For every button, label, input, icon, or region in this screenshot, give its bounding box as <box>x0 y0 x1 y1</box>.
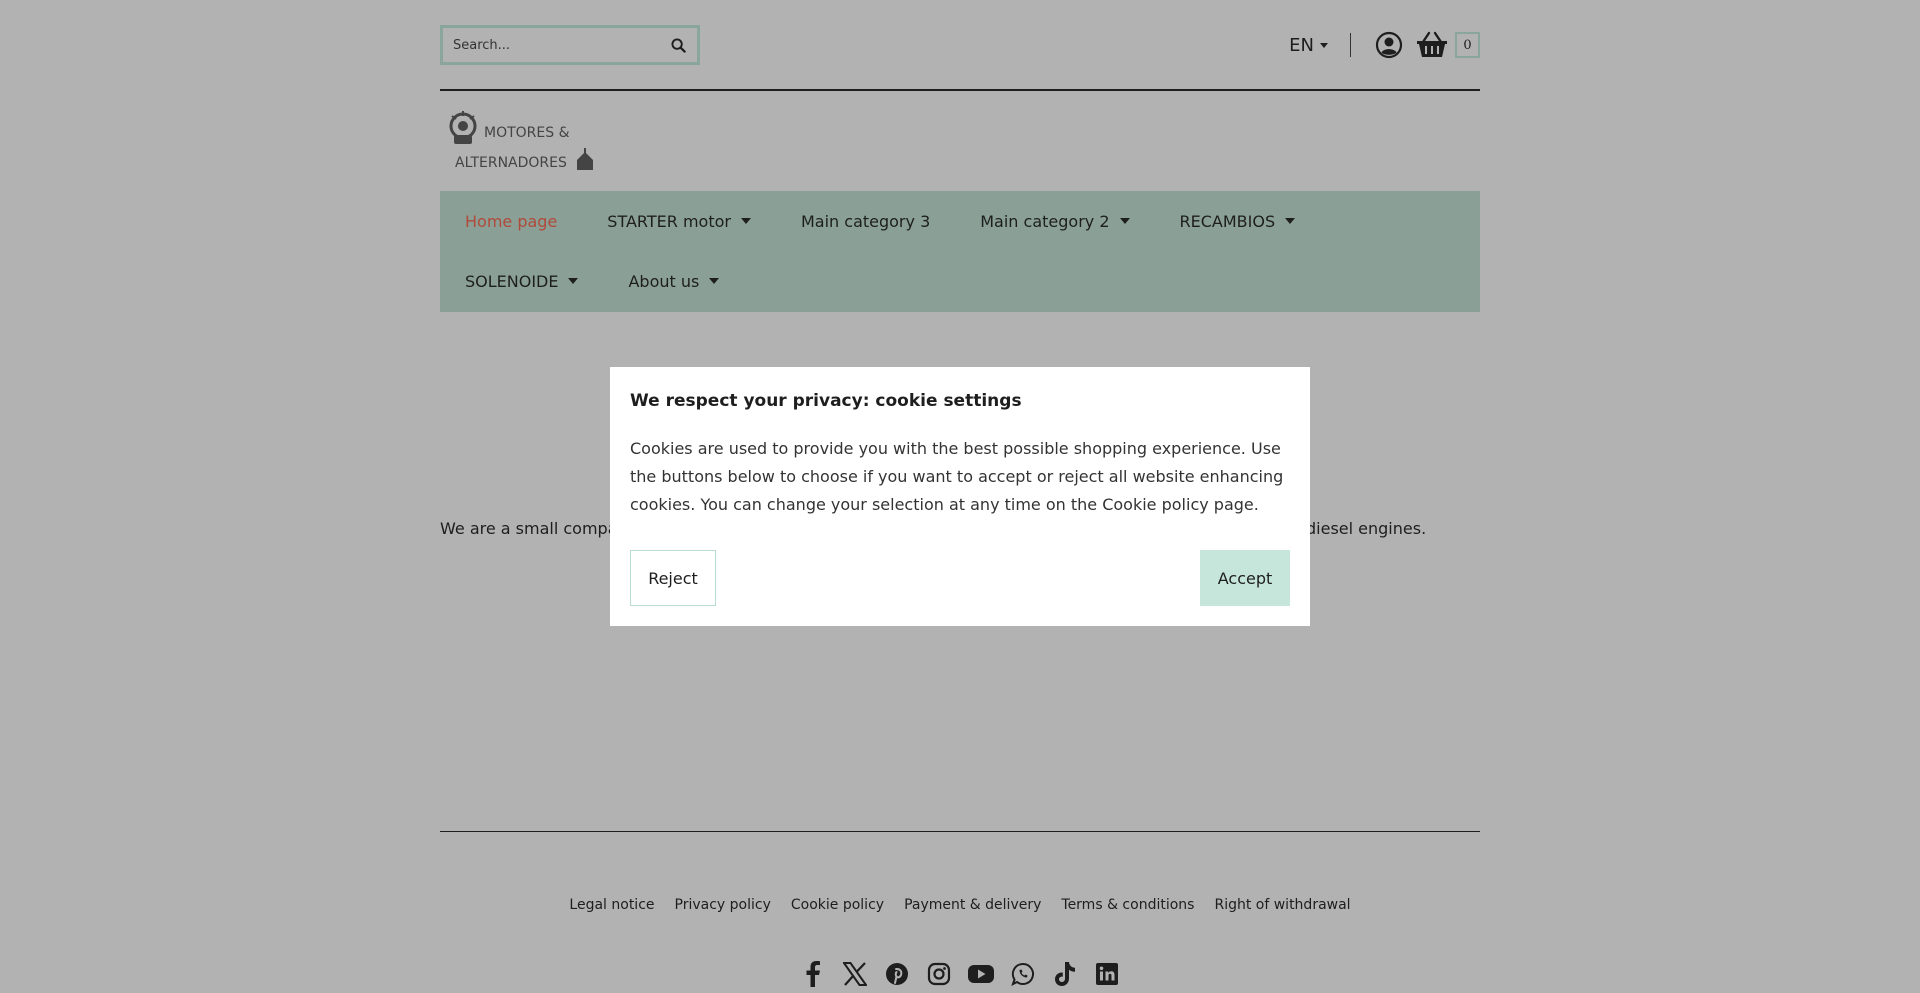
footer-divider-line <box>440 831 1480 832</box>
x-icon <box>843 962 867 986</box>
tiktok-link[interactable] <box>1051 960 1079 988</box>
main-navigation: Home page STARTER motor Main category 3 … <box>440 191 1480 312</box>
nav-item-solenoide[interactable]: SOLENOIDE <box>465 251 579 311</box>
footer-link-payment-delivery[interactable]: Payment & delivery <box>904 897 1041 913</box>
basket-icon <box>1417 31 1447 57</box>
footer-link-terms[interactable]: Terms & conditions <box>1061 897 1194 913</box>
pinterest-icon <box>886 963 908 985</box>
linkedin-link[interactable] <box>1093 960 1121 988</box>
social-links <box>440 960 1480 988</box>
footer-link-privacy-policy[interactable]: Privacy policy <box>675 897 771 913</box>
cookie-dialog-body: Cookies are used to provide you with the… <box>630 439 1284 514</box>
logo-text-line2: ALTERNADORES <box>455 155 567 171</box>
cookie-dialog-actions: Reject Accept <box>630 550 1290 606</box>
top-bar: EN 0 <box>440 25 1480 65</box>
chevron-down-icon <box>740 218 751 224</box>
cookie-dialog-title: We respect your privacy: cookie settings <box>630 391 1022 411</box>
accept-cookies-button[interactable]: Accept <box>1200 550 1290 606</box>
chevron-down-icon <box>568 278 579 284</box>
header-divider-line <box>440 89 1480 91</box>
site-logo[interactable]: MOTORES & ALTERNADORES <box>446 108 596 178</box>
footer-link-right-of-withdrawal[interactable]: Right of withdrawal <box>1214 897 1350 913</box>
youtube-link[interactable] <box>967 960 995 988</box>
language-label: EN <box>1289 34 1314 56</box>
footer-link-cookie-policy[interactable]: Cookie policy <box>791 897 884 913</box>
nav-item-home[interactable]: Home page <box>465 191 557 251</box>
search-button[interactable] <box>659 28 697 62</box>
language-selector[interactable]: EN <box>1289 35 1328 56</box>
account-button[interactable] <box>1375 31 1403 59</box>
facebook-icon <box>806 961 820 987</box>
search-box <box>440 25 700 65</box>
pinterest-link[interactable] <box>883 960 911 988</box>
youtube-icon <box>968 965 994 983</box>
tiktok-icon <box>1055 962 1075 986</box>
nav-item-main-category-2[interactable]: Main category 2 <box>980 191 1130 251</box>
facebook-link[interactable] <box>799 960 827 988</box>
footer-links: Legal notice Privacy policy Cookie polic… <box>440 897 1480 913</box>
nav-item-about-us[interactable]: About us <box>628 251 720 311</box>
whatsapp-link[interactable] <box>1009 960 1037 988</box>
x-link[interactable] <box>841 960 869 988</box>
chevron-down-icon <box>709 278 720 284</box>
nav-item-label: RECAMBIOS <box>1179 211 1276 231</box>
nav-item-starter-motor[interactable]: STARTER motor <box>607 191 751 251</box>
instagram-icon <box>927 962 951 986</box>
header-actions: EN 0 <box>1289 25 1480 65</box>
footer-link-legal-notice[interactable]: Legal notice <box>569 897 654 913</box>
chevron-down-icon <box>1320 42 1328 48</box>
reject-cookies-button[interactable]: Reject <box>630 550 716 606</box>
search-input[interactable] <box>443 28 659 62</box>
logo-text-line1: MOTORES & <box>484 125 570 141</box>
nav-item-main-category-3[interactable]: Main category 3 <box>801 191 930 251</box>
cart-button[interactable]: 0 <box>1415 30 1480 60</box>
nav-item-label: About us <box>628 271 700 291</box>
search-icon <box>670 37 686 53</box>
nav-item-label: STARTER motor <box>607 211 731 231</box>
chevron-down-icon <box>1285 218 1296 224</box>
intro-text-left: We are a small compar <box>440 519 625 538</box>
nav-item-label: SOLENOIDE <box>465 271 559 291</box>
nav-item-label: Home page <box>465 211 558 231</box>
instagram-link[interactable] <box>925 960 953 988</box>
nav-item-label: Main category 3 <box>800 211 931 231</box>
chevron-down-icon <box>1119 218 1130 224</box>
header-divider <box>1350 33 1351 57</box>
nav-item-label: Main category 2 <box>980 211 1110 231</box>
cookie-consent-dialog: We respect your privacy: cookie settings… <box>610 367 1310 626</box>
nav-item-recambios[interactable]: RECAMBIOS <box>1180 191 1296 251</box>
cart-count-badge: 0 <box>1455 32 1480 58</box>
user-icon <box>1375 31 1403 59</box>
whatsapp-icon <box>1011 962 1034 986</box>
intro-text-right: diesel engines. <box>1306 519 1427 538</box>
linkedin-icon <box>1096 963 1118 985</box>
